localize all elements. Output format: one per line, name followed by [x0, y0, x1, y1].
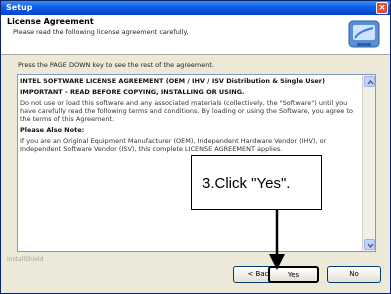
window-title: Setup: [6, 3, 33, 12]
setup-window: Setup × License Agreement Please read th…: [0, 0, 391, 294]
header-title: License Agreement: [7, 17, 94, 26]
no-button[interactable]: No: [327, 266, 381, 283]
scroll-up-button[interactable]: [364, 76, 375, 87]
page-down-instruction: Press the PAGE DOWN key to see the rest …: [18, 61, 214, 69]
vertical-scrollbar[interactable]: [362, 75, 375, 251]
setup-computer-icon: [348, 20, 380, 48]
installshield-label: InstallShield: [7, 256, 44, 263]
license-heading: INTEL SOFTWARE LICENSE AGREEMENT (OEM / …: [20, 77, 325, 85]
chevron-up-icon: [367, 79, 374, 85]
callout-text: 3.Click "Yes".: [202, 175, 291, 192]
license-paragraph: If you are an Original Equipment Manufac…: [20, 137, 327, 153]
license-paragraph: Do not use or load this software and any…: [20, 99, 353, 123]
instruction-callout: 3.Click "Yes".: [191, 155, 322, 210]
wizard-header: License Agreement Please read the follow…: [1, 15, 390, 55]
license-important: IMPORTANT - READ BEFORE COPYING, INSTALL…: [20, 88, 245, 96]
title-bar[interactable]: Setup ×: [1, 1, 390, 15]
chevron-down-icon: [367, 243, 374, 249]
license-text: INTEL SOFTWARE LICENSE AGREEMENT (OEM / …: [20, 77, 362, 156]
scroll-down-button[interactable]: [364, 239, 375, 250]
close-button[interactable]: ×: [376, 2, 388, 14]
down-arrow-icon: [269, 210, 285, 270]
header-subtitle: Please read the following license agreem…: [13, 28, 189, 36]
license-note-heading: Please Also Note:: [20, 126, 85, 134]
